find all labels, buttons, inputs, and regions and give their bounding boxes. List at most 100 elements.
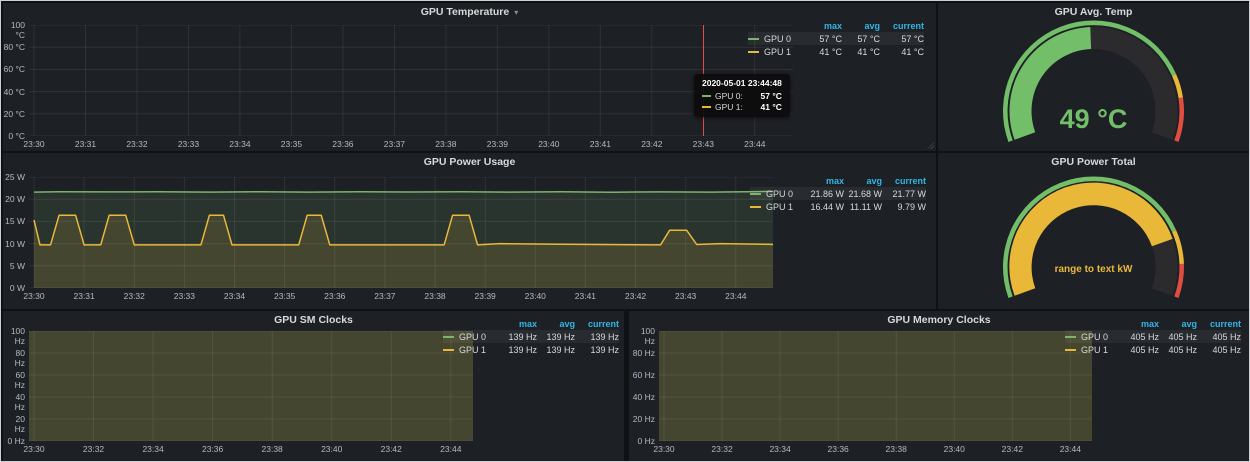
panel-resize-handle[interactable] [927,142,934,149]
legend-series-name[interactable]: GPU 0 [1065,332,1121,342]
series-dash-icon [748,38,759,40]
legend-stat-value: 57 °C [880,34,924,44]
panel-title-gpu-temperature[interactable]: GPU Temperature▾ [3,3,936,21]
x-axis-tick-label: 23:42 [992,444,1032,454]
x-axis-tick-label: 23:44 [431,444,471,454]
legend-stat-value: 405 Hz [1197,332,1241,342]
legend-series-name[interactable]: GPU 0 [750,189,806,199]
y-axis-tick-label: 80 °C [3,42,25,52]
legend-series-row: GPU 057 °C57 °C57 °C [748,32,924,45]
panel-gpu-memory-clocks: GPU Memory Clocks maxavgcurrentGPU 0405 … [629,311,1249,461]
x-axis-tick-label: 23:38 [426,139,466,149]
legend-stat-value: 21.86 W [806,189,844,199]
series-dash-icon [750,206,761,208]
x-axis-tick-label: 23:30 [14,444,54,454]
series-dash-icon [748,51,759,53]
x-axis-tick-label: 23:38 [252,444,292,454]
y-axis-tick-label: 40 Hz [3,392,25,412]
legend-series-name[interactable]: GPU 0 [443,332,499,342]
panel-title-gpu-avg-temp[interactable]: GPU Avg. Temp [938,3,1249,21]
x-axis-tick-label: 23:39 [477,139,517,149]
legend-stat-value: 41 °C [842,47,880,57]
x-axis-tick-label: 23:33 [164,291,204,301]
y-axis-tick-label: 60 °C [3,64,25,74]
grafana-dashboard: GPU Temperature▾ maxavgcurrentGPU 057 °C… [0,0,1250,462]
chart-plot-area[interactable] [29,177,773,288]
legend-series-name[interactable]: GPU 1 [748,47,804,57]
x-axis-tick-label: 23:30 [644,444,684,454]
x-axis-tick-label: 23:30 [14,139,54,149]
series-dash-icon [443,349,454,351]
x-axis-tick-label: 23:43 [683,139,723,149]
legend-stat-value: 405 Hz [1121,345,1159,355]
x-axis-tick-label: 23:32 [114,291,154,301]
tooltip-series-row: GPU 1: 41 °C [702,101,782,112]
y-axis-tick-label: 60 Hz [3,370,25,390]
legend-column-header-avg[interactable]: avg [842,21,880,31]
legend-column-header-avg[interactable]: avg [844,176,882,186]
y-axis-tick-label: 100 Hz [3,326,25,346]
chart-plot-area[interactable] [659,331,1092,441]
x-axis-tick-label: 23:32 [74,444,114,454]
legend-stat-value: 41 °C [804,47,842,57]
legend-stat-value: 139 Hz [499,345,537,355]
legend-stat-value: 139 Hz [537,345,575,355]
legend-column-header-current[interactable]: current [880,21,924,31]
legend-column-header-max[interactable]: max [806,176,844,186]
legend-stat-value: 57 °C [842,34,880,44]
y-axis-tick-label: 20 °C [3,109,25,119]
x-axis-tick-label: 23:31 [65,139,105,149]
gauge-value: 49 °C [938,104,1249,135]
legend-stat-value: 405 Hz [1197,345,1241,355]
x-axis-tick-label: 23:42 [632,139,672,149]
x-axis-tick-label: 23:35 [271,139,311,149]
panel-title-text: GPU SM Clocks [274,314,353,326]
panel-gpu-power-usage: GPU Power Usage maxavgcurrentGPU 021.86 … [3,153,936,309]
y-axis-tick-label: 100 °C [3,20,25,40]
x-axis-tick-label: 23:42 [616,291,656,301]
panel-title-gpu-memory-clocks[interactable]: GPU Memory Clocks [629,311,1249,329]
panel-title-gpu-power-total[interactable]: GPU Power Total [938,153,1249,171]
legend-column-header-max[interactable]: max [804,21,842,31]
x-axis-tick-label: 23:35 [265,291,305,301]
chart-plot-area[interactable] [29,331,473,441]
x-axis-tick-label: 23:33 [168,139,208,149]
x-axis-tick-label: 23:36 [193,444,233,454]
panel-title-gpu-sm-clocks[interactable]: GPU SM Clocks [3,311,624,329]
y-axis-tick-label: 15 W [3,216,25,226]
panel-title-gpu-power-usage[interactable]: GPU Power Usage [3,153,936,171]
gauge-value: range to text kW [938,264,1249,275]
y-axis-tick-label: 40 °C [3,87,25,97]
x-axis-tick-label: 23:36 [818,444,858,454]
legend-series-row: GPU 021.86 W21.68 W21.77 W [750,187,926,200]
legend-series-row: GPU 141 °C41 °C41 °C [748,45,924,58]
legend-series-name[interactable]: GPU 1 [750,202,806,212]
x-axis-tick-label: 23:40 [529,139,569,149]
x-axis-tick-label: 23:41 [565,291,605,301]
y-axis-tick-label: 10 W [3,239,25,249]
chart-legend: maxavgcurrentGPU 021.86 W21.68 W21.77 WG… [750,174,926,213]
x-axis-tick-label: 23:36 [323,139,363,149]
y-axis-tick-label: 100 Hz [629,326,655,346]
legend-header-row: maxavgcurrent [750,174,926,187]
legend-column-header-current[interactable]: current [882,176,926,186]
y-axis-tick-label: 80 Hz [629,348,655,358]
chart-legend: maxavgcurrentGPU 057 °C57 °C57 °CGPU 141… [748,19,924,58]
legend-stat-value: 405 Hz [1159,332,1197,342]
y-axis-tick-label: 20 Hz [3,414,25,434]
legend-series-row: GPU 0139 Hz139 Hz139 Hz [443,330,619,343]
legend-stat-value: 139 Hz [575,345,619,355]
panel-gpu-sm-clocks: GPU SM Clocks maxavgcurrentGPU 0139 Hz13… [3,311,624,461]
legend-series-name[interactable]: GPU 0 [748,34,804,44]
chart-plot-area[interactable] [29,25,793,136]
legend-series-name[interactable]: GPU 1 [1065,345,1121,355]
legend-stat-value: 21.68 W [844,189,882,199]
y-axis-tick-label: 80 Hz [3,348,25,368]
legend-series-name[interactable]: GPU 1 [443,345,499,355]
x-axis-tick-label: 23:41 [580,139,620,149]
legend-series-row: GPU 0405 Hz405 Hz405 Hz [1065,330,1241,343]
tooltip-timestamp: 2020-05-01 23:44:48 [702,78,782,88]
x-axis-tick-label: 23:38 [876,444,916,454]
panel-title-text: GPU Power Total [1051,156,1135,168]
x-axis-tick-label: 23:30 [14,291,54,301]
